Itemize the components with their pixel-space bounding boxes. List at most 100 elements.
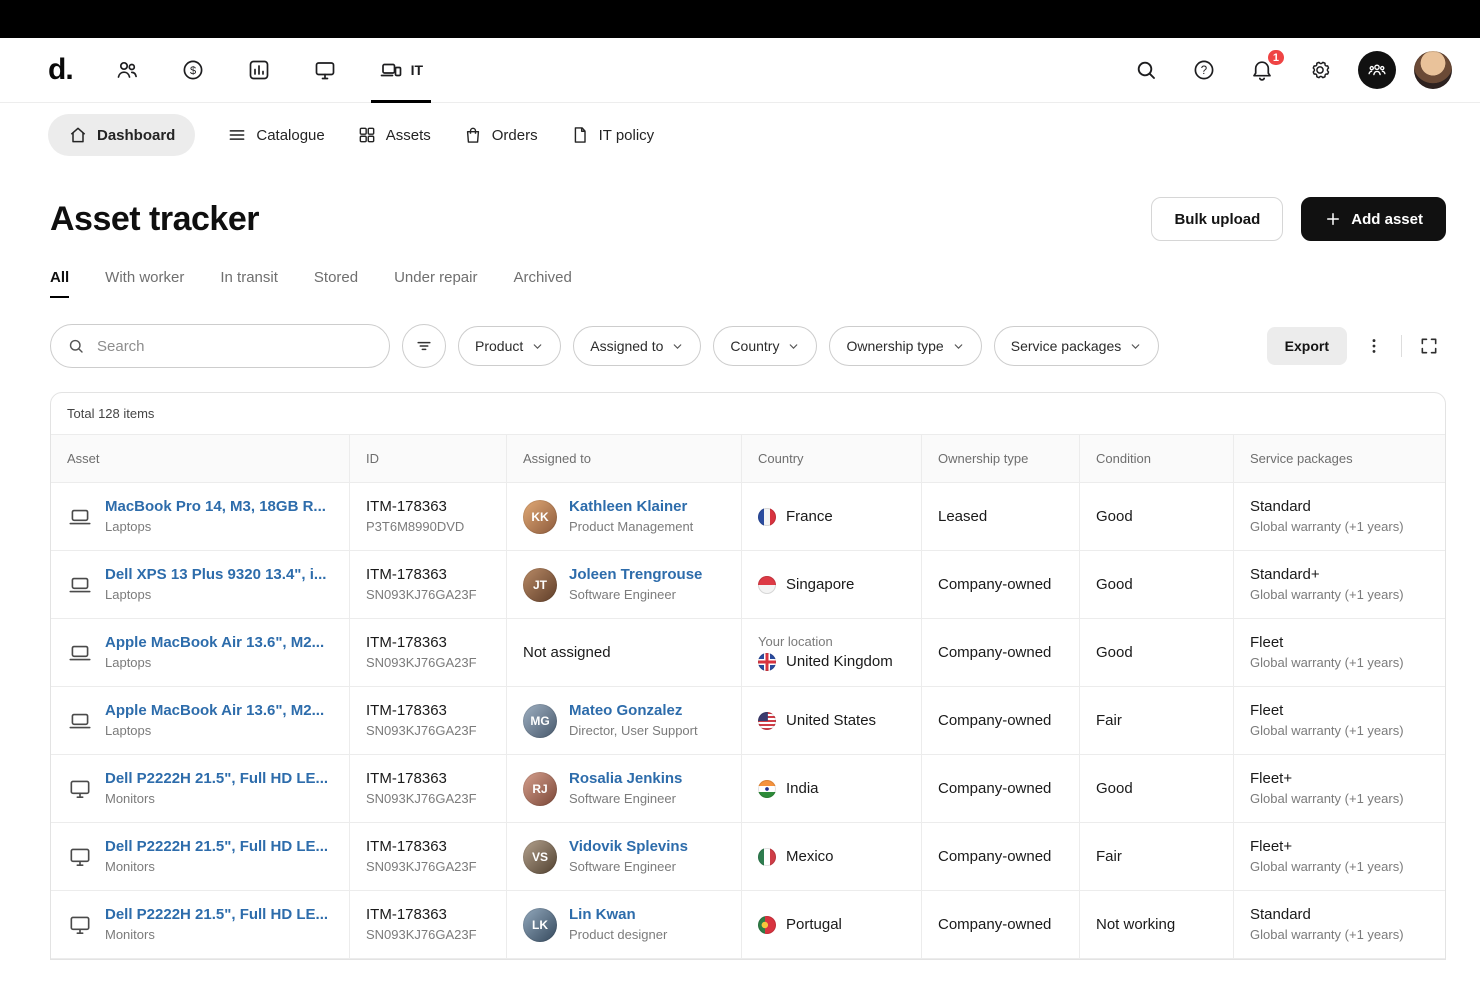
chevron-down-icon xyxy=(952,340,965,353)
page-title: Asset tracker xyxy=(50,200,259,239)
asset-category: Monitors xyxy=(105,791,328,807)
asset-category: Laptops xyxy=(105,723,324,739)
asset-id: ITM-178363 xyxy=(366,634,477,652)
tab-under-repair[interactable]: Under repair xyxy=(394,269,477,298)
assignee-link[interactable]: Lin Kwan xyxy=(569,906,667,924)
tab-stored[interactable]: Stored xyxy=(314,269,358,298)
service-package-value: Fleet xyxy=(1250,634,1404,652)
svg-text:?: ? xyxy=(1201,65,1207,77)
table-row[interactable]: MacBook Pro 14, M3, 18GB R... Laptops IT… xyxy=(51,483,1445,551)
assignee-link[interactable]: Not assigned xyxy=(523,644,611,662)
laptop-icon xyxy=(67,572,93,598)
search-button[interactable] xyxy=(1126,50,1166,90)
asset-serial: SN093KJ76GA23F xyxy=(366,723,477,739)
gear-icon xyxy=(1308,58,1332,82)
notifications-button[interactable]: 1 xyxy=(1242,50,1282,90)
table-row[interactable]: Dell P2222H 21.5", Full HD LE... Monitor… xyxy=(51,823,1445,891)
assignee-link[interactable]: Kathleen Klainer xyxy=(569,498,693,516)
assigned-to-filter[interactable]: Assigned to xyxy=(573,326,701,366)
filter-button[interactable] xyxy=(402,324,446,368)
assignee-link[interactable]: Vidovik Splevins xyxy=(569,838,688,856)
shopping-bag-icon xyxy=(463,125,483,145)
subnav-dashboard[interactable]: Dashboard xyxy=(48,114,195,156)
asset-name-link[interactable]: Apple MacBook Air 13.6", M2... xyxy=(105,702,324,720)
help-button[interactable]: ? xyxy=(1184,50,1224,90)
country-flag-icon xyxy=(758,916,776,934)
service-package-value: Fleet xyxy=(1250,702,1404,720)
export-button[interactable]: Export xyxy=(1267,327,1347,365)
add-asset-label: Add asset xyxy=(1351,211,1423,228)
service-package-value: Standard+ xyxy=(1250,566,1404,584)
nav-analytics[interactable] xyxy=(239,38,279,102)
condition-value: Fair xyxy=(1096,848,1122,866)
subnav-catalogue[interactable]: Catalogue xyxy=(227,125,324,145)
chevron-down-icon xyxy=(531,340,544,353)
search-input[interactable] xyxy=(50,324,390,368)
country-name: Singapore xyxy=(786,576,854,594)
product-filter[interactable]: Product xyxy=(458,326,561,366)
assignee-link[interactable]: Rosalia Jenkins xyxy=(569,770,682,788)
bar-chart-icon xyxy=(247,58,271,82)
asset-serial: SN093KJ76GA23F xyxy=(366,587,477,603)
nav-people[interactable] xyxy=(107,38,147,102)
asset-id: ITM-178363 xyxy=(366,838,477,856)
more-options-button[interactable] xyxy=(1357,329,1391,363)
add-asset-button[interactable]: Add asset xyxy=(1301,197,1446,241)
table-row[interactable]: Dell P2222H 21.5", Full HD LE... Monitor… xyxy=(51,755,1445,823)
asset-name-link[interactable]: Dell P2222H 21.5", Full HD LE... xyxy=(105,906,328,924)
country-filter[interactable]: Country xyxy=(713,326,817,366)
assignee-link[interactable]: Mateo Gonzalez xyxy=(569,702,698,720)
condition-value: Good xyxy=(1096,644,1133,662)
asset-name-link[interactable]: Dell P2222H 21.5", Full HD LE... xyxy=(105,770,328,788)
condition-value: Good xyxy=(1096,508,1133,526)
nav-workspace[interactable] xyxy=(305,38,345,102)
service-package-detail: Global warranty (+1 years) xyxy=(1250,519,1404,535)
table-row[interactable]: Dell P2222H 21.5", Full HD LE... Monitor… xyxy=(51,891,1445,959)
asset-id: ITM-178363 xyxy=(366,498,464,516)
tab-archived[interactable]: Archived xyxy=(513,269,571,298)
service-packages-filter[interactable]: Service packages xyxy=(994,326,1160,366)
fullscreen-button[interactable] xyxy=(1412,329,1446,363)
settings-button[interactable] xyxy=(1300,50,1340,90)
organization-button[interactable] xyxy=(1358,51,1396,89)
table-row[interactable]: Dell XPS 13 Plus 9320 13.4", i... Laptop… xyxy=(51,551,1445,619)
asset-serial: SN093KJ76GA23F xyxy=(366,927,477,943)
country-note: Your location xyxy=(758,634,893,650)
asset-serial: SN093KJ76GA23F xyxy=(366,859,477,875)
nav-it[interactable]: IT xyxy=(371,38,431,102)
people-group-icon xyxy=(1366,59,1388,81)
assignee-avatar: JT xyxy=(523,568,557,602)
ownership-type-value: Company-owned xyxy=(938,916,1051,934)
tab-all[interactable]: All xyxy=(50,269,69,298)
condition-value: Good xyxy=(1096,576,1133,594)
table-row[interactable]: Apple MacBook Air 13.6", M2... Laptops I… xyxy=(51,687,1445,755)
tab-with-worker[interactable]: With worker xyxy=(105,269,184,298)
filter-toolbar: Product Assigned to Country Ownership ty… xyxy=(50,324,1446,368)
asset-name-link[interactable]: MacBook Pro 14, M3, 18GB R... xyxy=(105,498,326,516)
laptop-icon xyxy=(67,640,93,666)
asset-name-link[interactable]: Dell P2222H 21.5", Full HD LE... xyxy=(105,838,328,856)
bulk-upload-button[interactable]: Bulk upload xyxy=(1151,197,1283,241)
assignee-avatar: VS xyxy=(523,840,557,874)
assignee-link[interactable]: Joleen Trengrouse xyxy=(569,566,702,584)
user-avatar[interactable] xyxy=(1414,51,1452,89)
asset-name-link[interactable]: Dell XPS 13 Plus 9320 13.4", i... xyxy=(105,566,326,584)
ownership-type-filter[interactable]: Ownership type xyxy=(829,326,981,366)
table-body: MacBook Pro 14, M3, 18GB R... Laptops IT… xyxy=(51,483,1445,959)
table-row[interactable]: Apple MacBook Air 13.6", M2... Laptops I… xyxy=(51,619,1445,687)
nav-payments[interactable]: $ xyxy=(173,38,213,102)
tab-in-transit[interactable]: In transit xyxy=(220,269,278,298)
asset-category: Laptops xyxy=(105,655,324,671)
status-tabs: All With worker In transit Stored Under … xyxy=(50,269,1446,298)
assets-table: Total 128 items Asset ID Assigned to Cou… xyxy=(50,392,1446,960)
asset-category: Monitors xyxy=(105,927,328,943)
total-items-label: Total 128 items xyxy=(67,406,154,421)
subnav-assets-label: Assets xyxy=(386,127,431,144)
toolbar-divider xyxy=(1401,335,1402,357)
asset-name-link[interactable]: Apple MacBook Air 13.6", M2... xyxy=(105,634,324,652)
asset-serial: SN093KJ76GA23F xyxy=(366,655,477,671)
subnav-it-policy[interactable]: IT policy xyxy=(570,125,655,145)
deel-logo[interactable]: d. xyxy=(48,53,73,87)
subnav-assets[interactable]: Assets xyxy=(357,125,431,145)
subnav-orders[interactable]: Orders xyxy=(463,125,538,145)
